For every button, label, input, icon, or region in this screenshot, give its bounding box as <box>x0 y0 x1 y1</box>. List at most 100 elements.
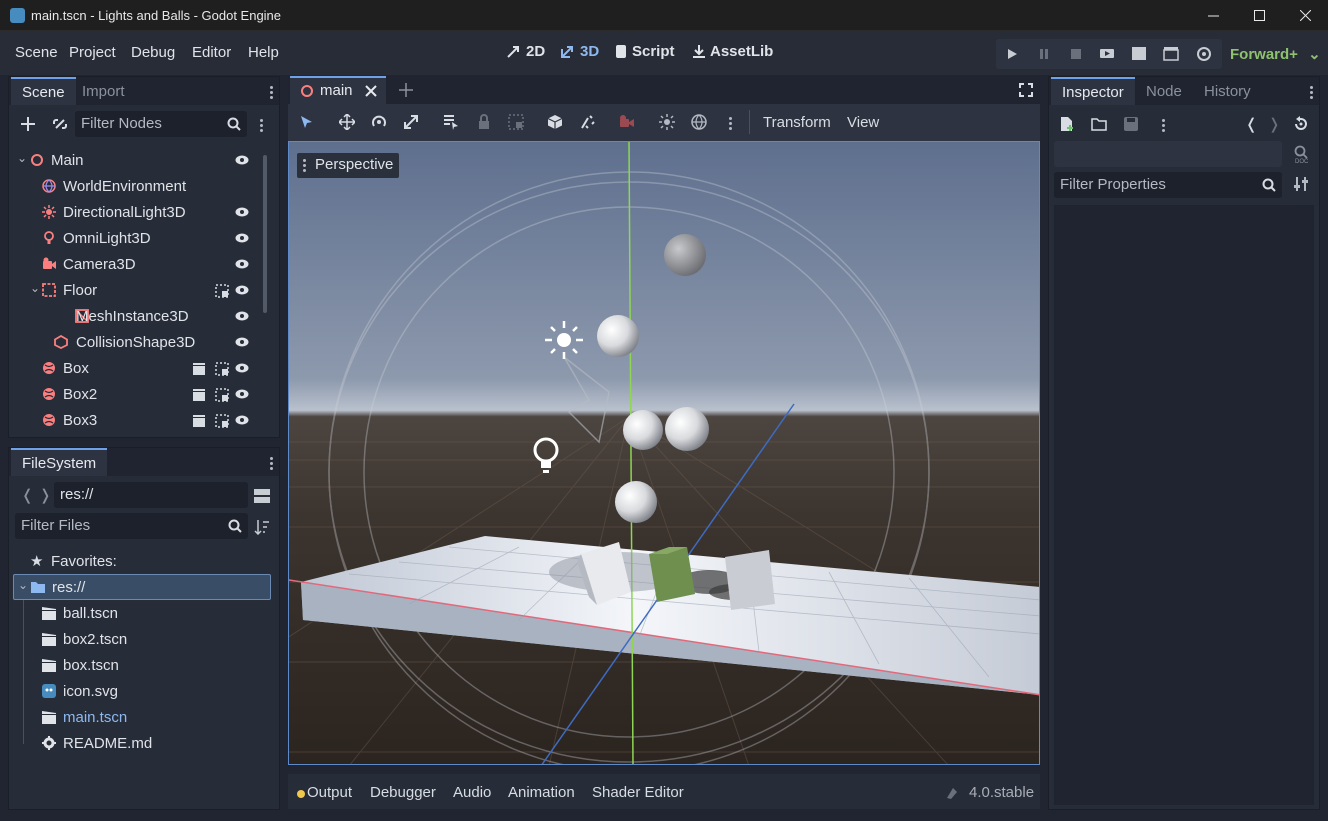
tab-node[interactable]: Node <box>1135 77 1193 105</box>
object-path-field[interactable] <box>1054 141 1282 167</box>
tree-node-floor[interactable]: ⌄ Floor <box>9 277 259 303</box>
movie-maker-icon[interactable] <box>1196 46 1212 62</box>
play-scene-icon[interactable] <box>1131 46 1147 62</box>
instance-scene-button[interactable] <box>50 114 70 134</box>
main-screen-2d[interactable]: 2D <box>506 43 545 60</box>
file-ball-tscn[interactable]: ball.tscn <box>9 600 259 626</box>
lock-icon[interactable] <box>476 114 492 130</box>
group-icon[interactable] <box>215 284 229 298</box>
filter-files-input[interactable]: Filter Files <box>15 513 248 539</box>
group-selected-icon[interactable] <box>508 114 524 130</box>
sort-icon[interactable] <box>254 519 270 535</box>
favorites-row[interactable]: ★ Favorites: <box>9 548 259 574</box>
chevron-down-icon[interactable]: ⌄ <box>30 281 40 295</box>
open-scene-icon[interactable] <box>192 414 206 428</box>
menu-editor[interactable]: Editor <box>192 44 231 61</box>
group-icon[interactable] <box>215 362 229 376</box>
new-resource-icon[interactable] <box>1059 116 1075 132</box>
main-screen-3d[interactable]: 3D <box>560 43 599 60</box>
menu-debug[interactable]: Debug <box>131 44 175 61</box>
visibility-eye-icon[interactable] <box>235 206 249 218</box>
tab-history[interactable]: History <box>1193 77 1262 105</box>
history-back-icon[interactable]: ❬ <box>1245 115 1258 133</box>
open-scene-icon[interactable] <box>192 362 206 376</box>
object-history-icon[interactable] <box>1293 116 1309 132</box>
tab-inspector[interactable]: Inspector <box>1051 77 1135 105</box>
visibility-eye-icon[interactable] <box>235 414 249 426</box>
preview-camera-icon[interactable] <box>619 114 635 130</box>
visibility-eye-icon[interactable] <box>235 284 249 296</box>
3d-viewport[interactable]: Perspective <box>288 141 1040 765</box>
main-screen-assetlib[interactable]: AssetLib <box>692 43 773 60</box>
menu-help[interactable]: Help <box>248 44 279 61</box>
tree-node-directionallight3d[interactable]: DirectionalLight3D <box>9 199 259 225</box>
scale-tool-icon[interactable] <box>403 114 419 130</box>
tree-node-main[interactable]: ⌄ Main <box>9 147 259 173</box>
rotate-tool-icon[interactable] <box>371 114 387 130</box>
property-tools-icon[interactable] <box>1293 176 1309 192</box>
perspective-menu-button[interactable]: Perspective <box>297 153 400 178</box>
chevron-down-icon[interactable]: ⌄ <box>17 151 27 165</box>
local-space-icon[interactable] <box>547 114 563 130</box>
tab-shader-editor[interactable]: Shader Editor <box>592 784 684 801</box>
scene-tree-scrollbar[interactable] <box>263 155 267 313</box>
menu-project[interactable]: Project <box>69 44 116 61</box>
history-forward-icon[interactable]: ❭ <box>1268 115 1281 133</box>
file-readme-md[interactable]: README.md <box>9 730 259 756</box>
scene-tab-main[interactable]: main <box>290 76 386 104</box>
snap-icon[interactable] <box>580 114 596 130</box>
close-tab-icon[interactable] <box>365 85 377 97</box>
tree-node-box[interactable]: Box <box>9 355 259 381</box>
tab-output[interactable]: Output <box>307 784 352 801</box>
update-spinner-icon[interactable] <box>945 786 959 800</box>
play-custom-scene-icon[interactable] <box>1163 46 1179 62</box>
tree-node-box2[interactable]: Box2 <box>9 381 259 407</box>
path-field[interactable]: res:// <box>54 482 248 508</box>
transform-menu[interactable]: Transform <box>763 114 831 131</box>
tab-debugger[interactable]: Debugger <box>370 784 436 801</box>
file-main-tscn[interactable]: main.tscn <box>9 704 259 730</box>
visibility-eye-icon[interactable] <box>235 336 249 348</box>
visibility-eye-icon[interactable] <box>235 388 249 400</box>
split-view-icon[interactable] <box>254 488 270 504</box>
tree-node-box3[interactable]: Box3 <box>9 407 259 433</box>
tree-node-omnilight3d[interactable]: OmniLight3D <box>9 225 259 251</box>
menu-scene[interactable]: Scene <box>15 44 58 61</box>
select-tool-icon[interactable] <box>298 114 314 130</box>
visibility-eye-icon[interactable] <box>235 310 249 322</box>
inspector-dock-menu-icon[interactable] <box>1310 84 1314 101</box>
tree-node-worldenvironment[interactable]: WorldEnvironment <box>9 173 259 199</box>
add-node-button[interactable] <box>18 114 38 134</box>
minimize-button[interactable] <box>1190 0 1236 31</box>
visibility-eye-icon[interactable] <box>235 232 249 244</box>
file-icon-svg[interactable]: icon.svg <box>9 678 259 704</box>
tree-folder-res[interactable]: ⌄ res:// <box>13 574 271 600</box>
forward-icon[interactable]: ❭ <box>39 486 52 504</box>
file-box2-tscn[interactable]: box2.tscn <box>9 626 259 652</box>
filesystem-dock-menu-icon[interactable] <box>270 455 274 472</box>
scene-tree-options-icon[interactable] <box>260 117 264 134</box>
open-folder-icon[interactable] <box>1091 116 1107 132</box>
group-icon[interactable] <box>215 388 229 402</box>
tab-animation[interactable]: Animation <box>508 784 575 801</box>
add-tab-icon[interactable] <box>399 83 413 97</box>
preview-environment-icon[interactable] <box>691 114 707 130</box>
tree-node-collisionshape3d[interactable]: CollisionShape3D <box>9 329 259 355</box>
visibility-eye-icon[interactable] <box>235 362 249 374</box>
open-scene-icon[interactable] <box>192 388 206 402</box>
chevron-down-icon[interactable]: ⌄ <box>18 578 28 592</box>
list-select-icon[interactable] <box>443 114 459 130</box>
tab-scene[interactable]: Scene <box>11 77 76 105</box>
move-tool-icon[interactable] <box>339 114 355 130</box>
renderer-selector[interactable]: Forward+ ⌄ <box>1230 45 1321 63</box>
filter-nodes-input[interactable]: Filter Nodes <box>75 111 247 137</box>
scene-dock-menu-icon[interactable] <box>270 84 274 101</box>
tree-node-meshinstance3d[interactable]: MeshInstance3D <box>9 303 259 329</box>
save-icon[interactable] <box>1123 116 1139 132</box>
visibility-eye-icon[interactable] <box>235 154 249 166</box>
tab-import[interactable]: Import <box>71 77 136 105</box>
inspector-options-icon[interactable] <box>1162 117 1166 134</box>
close-window-button[interactable] <box>1282 0 1328 31</box>
group-icon[interactable] <box>215 414 229 428</box>
distraction-free-icon[interactable] <box>1019 83 1033 97</box>
